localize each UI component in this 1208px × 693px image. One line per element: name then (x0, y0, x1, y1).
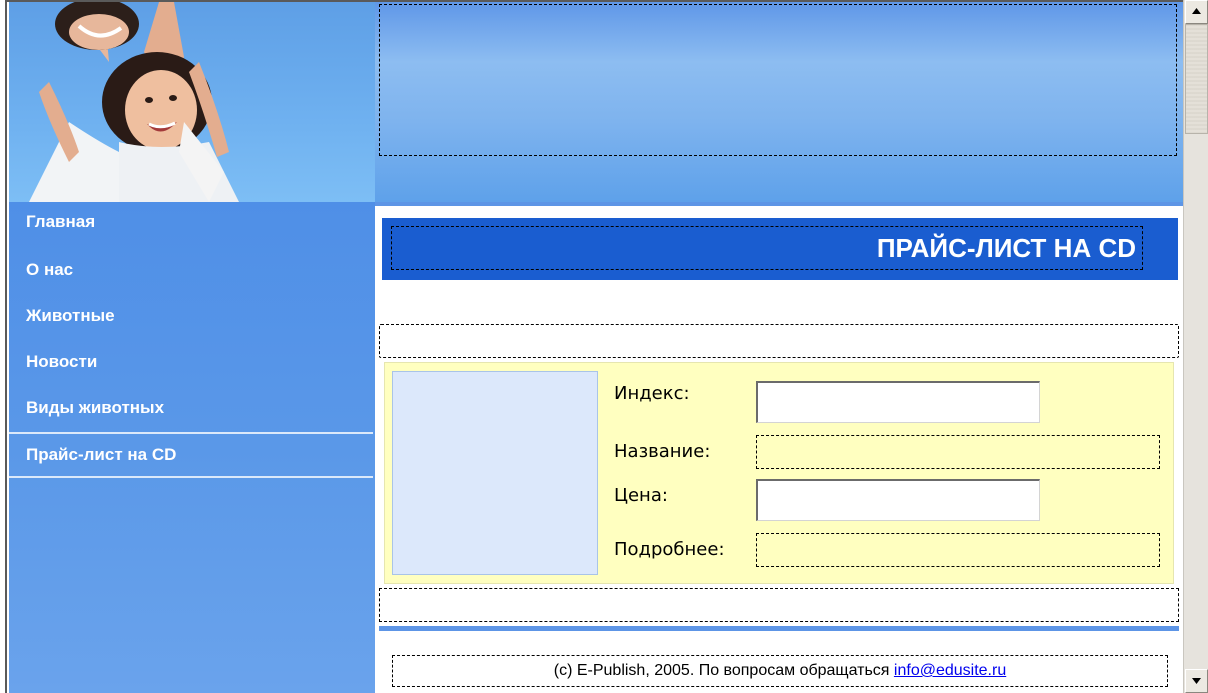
main-content: ПРАЙС-ЛИСТ НА CD Индекс: Название: Цена:… (375, 202, 1183, 693)
record-panel: Индекс: Название: Цена: Подробнее: (384, 362, 1174, 584)
nav-item-price-list[interactable]: Прайс-лист на CD (9, 432, 373, 478)
scroll-down-arrow-icon (1192, 678, 1201, 684)
children-photo-illustration (29, 2, 239, 202)
details-field (756, 533, 1160, 567)
footer: (c) E-Publish, 2005. По вопросам обращат… (392, 655, 1168, 687)
page-title: ПРАЙС-ЛИСТ НА CD (391, 226, 1143, 270)
nav-item-label: Животные (26, 306, 115, 325)
name-label: Название: (614, 441, 711, 462)
nav-item-animals[interactable]: Животные (9, 306, 373, 352)
header-placeholder (379, 4, 1177, 156)
price-input[interactable] (756, 479, 1040, 521)
scroll-down-button[interactable] (1185, 669, 1208, 693)
bottom-placeholder (379, 588, 1179, 622)
title-bar: ПРАЙС-ЛИСТ НА CD (382, 218, 1178, 280)
index-input[interactable] (756, 381, 1040, 423)
vertical-scrollbar[interactable] (1183, 0, 1208, 693)
scroll-up-arrow-icon (1192, 8, 1201, 14)
nav-item-home[interactable]: Главная (9, 212, 373, 258)
details-label: Подробнее: (614, 539, 725, 560)
footer-divider (379, 626, 1179, 631)
header-banner (375, 2, 1183, 202)
index-label: Индекс: (614, 383, 690, 404)
nav-item-news[interactable]: Новости (9, 352, 373, 398)
scroll-thumb[interactable] (1185, 24, 1208, 134)
window-frame-left (0, 0, 7, 693)
page: Главная О нас Животные Новости Виды живо… (0, 0, 1208, 693)
nav-item-label: Виды животных (26, 398, 165, 417)
nav-item-label: О нас (26, 260, 74, 279)
nav-item-label: Новости (26, 352, 98, 371)
subtitle-placeholder (379, 324, 1179, 358)
footer-text: (c) E-Publish, 2005. По вопросам обращат… (553, 662, 894, 679)
footer-email-link[interactable]: info@edusite.ru (894, 662, 1006, 679)
sidebar-nav: Главная О нас Животные Новости Виды живо… (9, 202, 375, 693)
name-field (756, 435, 1160, 469)
hero-photo (9, 2, 375, 202)
nav-item-label: Главная (26, 212, 96, 231)
scroll-up-button[interactable] (1185, 0, 1208, 24)
nav-item-about[interactable]: О нас (9, 260, 373, 306)
nav-item-label: Прайс-лист на CD (26, 445, 177, 464)
price-label: Цена: (614, 485, 668, 506)
product-image-placeholder (392, 371, 598, 575)
